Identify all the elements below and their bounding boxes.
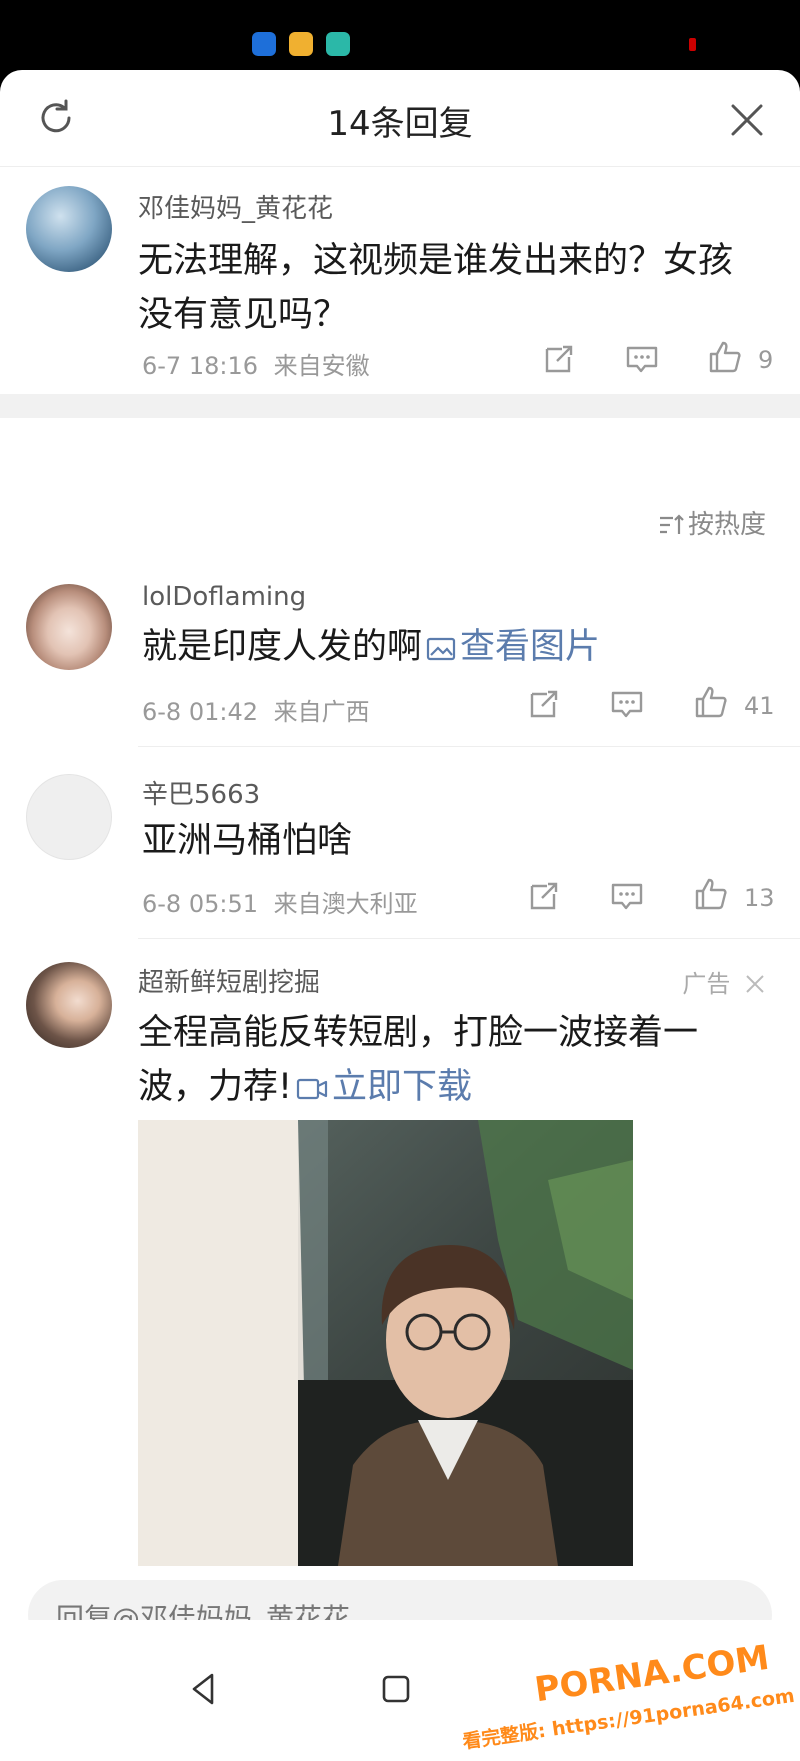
reply-location: 来自广西: [273, 698, 370, 726]
avatar[interactable]: [26, 774, 112, 860]
like-icon[interactable]: [708, 340, 742, 374]
share-icon[interactable]: [542, 342, 576, 376]
ad-text: 全程高能反转短剧，打脸一波接着一波，力荐! 立即下载: [138, 1006, 758, 1114]
comment-icon[interactable]: [610, 687, 644, 721]
comment-meta: 6-7 18:16 来自安徽: [142, 346, 370, 381]
comment-location: 来自安徽: [273, 352, 370, 380]
app-notification-icon: [252, 32, 276, 56]
comment-username[interactable]: 邓佳妈妈_黄花花: [138, 188, 333, 225]
reply-divider: [138, 938, 800, 939]
comment-text: 无法理解，这视频是谁发出来的？女孩没有意见吗？: [138, 241, 734, 335]
view-image-link[interactable]: 查看图片: [422, 627, 600, 667]
avatar[interactable]: [26, 584, 112, 670]
reply-time: 6-8 01:42: [142, 698, 258, 726]
like-count: 13: [744, 884, 775, 912]
video-icon: [296, 1078, 328, 1100]
reply-text: 亚洲马桶怕啥: [142, 821, 353, 861]
reply-text-content: 就是印度人发的啊: [142, 627, 423, 667]
like-icon[interactable]: [694, 685, 728, 719]
ad-video-thumbnail[interactable]: [138, 1120, 633, 1566]
sort-label: 按热度: [687, 510, 766, 540]
reply-divider: [138, 746, 800, 747]
replies-sheet: 14条回复 邓佳妈妈_黄花花 无法理解，这视频是谁发出来的？女孩没有意见吗？ 6…: [0, 70, 800, 1690]
reply-text: 就是印度人发的啊 查看图片: [142, 620, 600, 674]
reply-username[interactable]: 辛巴5663: [142, 774, 260, 811]
avatar[interactable]: [26, 186, 112, 272]
reply-location: 来自澳大利亚: [273, 890, 418, 918]
comment-icon[interactable]: [625, 342, 659, 376]
sheet-header: 14条回复: [0, 70, 800, 167]
app-notification-icon: [326, 32, 350, 56]
sort-button[interactable]: 按热度: [658, 504, 766, 541]
close-icon[interactable]: [727, 100, 767, 140]
share-icon[interactable]: [527, 879, 561, 913]
status-bar: [0, 0, 800, 72]
ad-tag[interactable]: 广告: [682, 964, 766, 999]
battery-icon: [689, 38, 696, 51]
sort-icon: [659, 514, 684, 534]
reply-meta: 6-8 01:42 来自广西: [142, 692, 370, 727]
like-icon[interactable]: [694, 877, 728, 911]
home-icon[interactable]: [376, 1669, 416, 1709]
view-image-label: 查看图片: [460, 627, 601, 667]
like-count: 41: [744, 692, 775, 720]
watermark: PORNA.COM 看完整版: https://91porna64.com: [461, 1618, 800, 1761]
share-icon[interactable]: [527, 687, 561, 721]
ad-username[interactable]: 超新鲜短剧挖掘: [138, 962, 320, 999]
reply-time: 6-8 05:51: [142, 890, 258, 918]
ad-label: 广告: [682, 970, 731, 998]
like-count: 9: [758, 346, 774, 374]
page-title: 14条回复: [327, 104, 473, 144]
reply-meta: 6-8 05:51 来自澳大利亚: [142, 884, 418, 919]
download-label: 立即下载: [332, 1067, 473, 1107]
section-separator: [0, 394, 800, 418]
comment-time: 6-7 18:16: [142, 352, 258, 380]
avatar[interactable]: [26, 962, 112, 1048]
close-icon[interactable]: [744, 973, 766, 995]
back-icon[interactable]: [184, 1669, 224, 1709]
app-notification-icon: [289, 32, 313, 56]
comment-icon[interactable]: [610, 879, 644, 913]
image-icon: [426, 637, 456, 661]
reply-username[interactable]: lolDoflaming: [142, 582, 306, 612]
download-link[interactable]: 立即下载: [292, 1067, 472, 1107]
header-divider: [0, 166, 800, 167]
ad-thumbnail-image: [138, 1120, 633, 1566]
